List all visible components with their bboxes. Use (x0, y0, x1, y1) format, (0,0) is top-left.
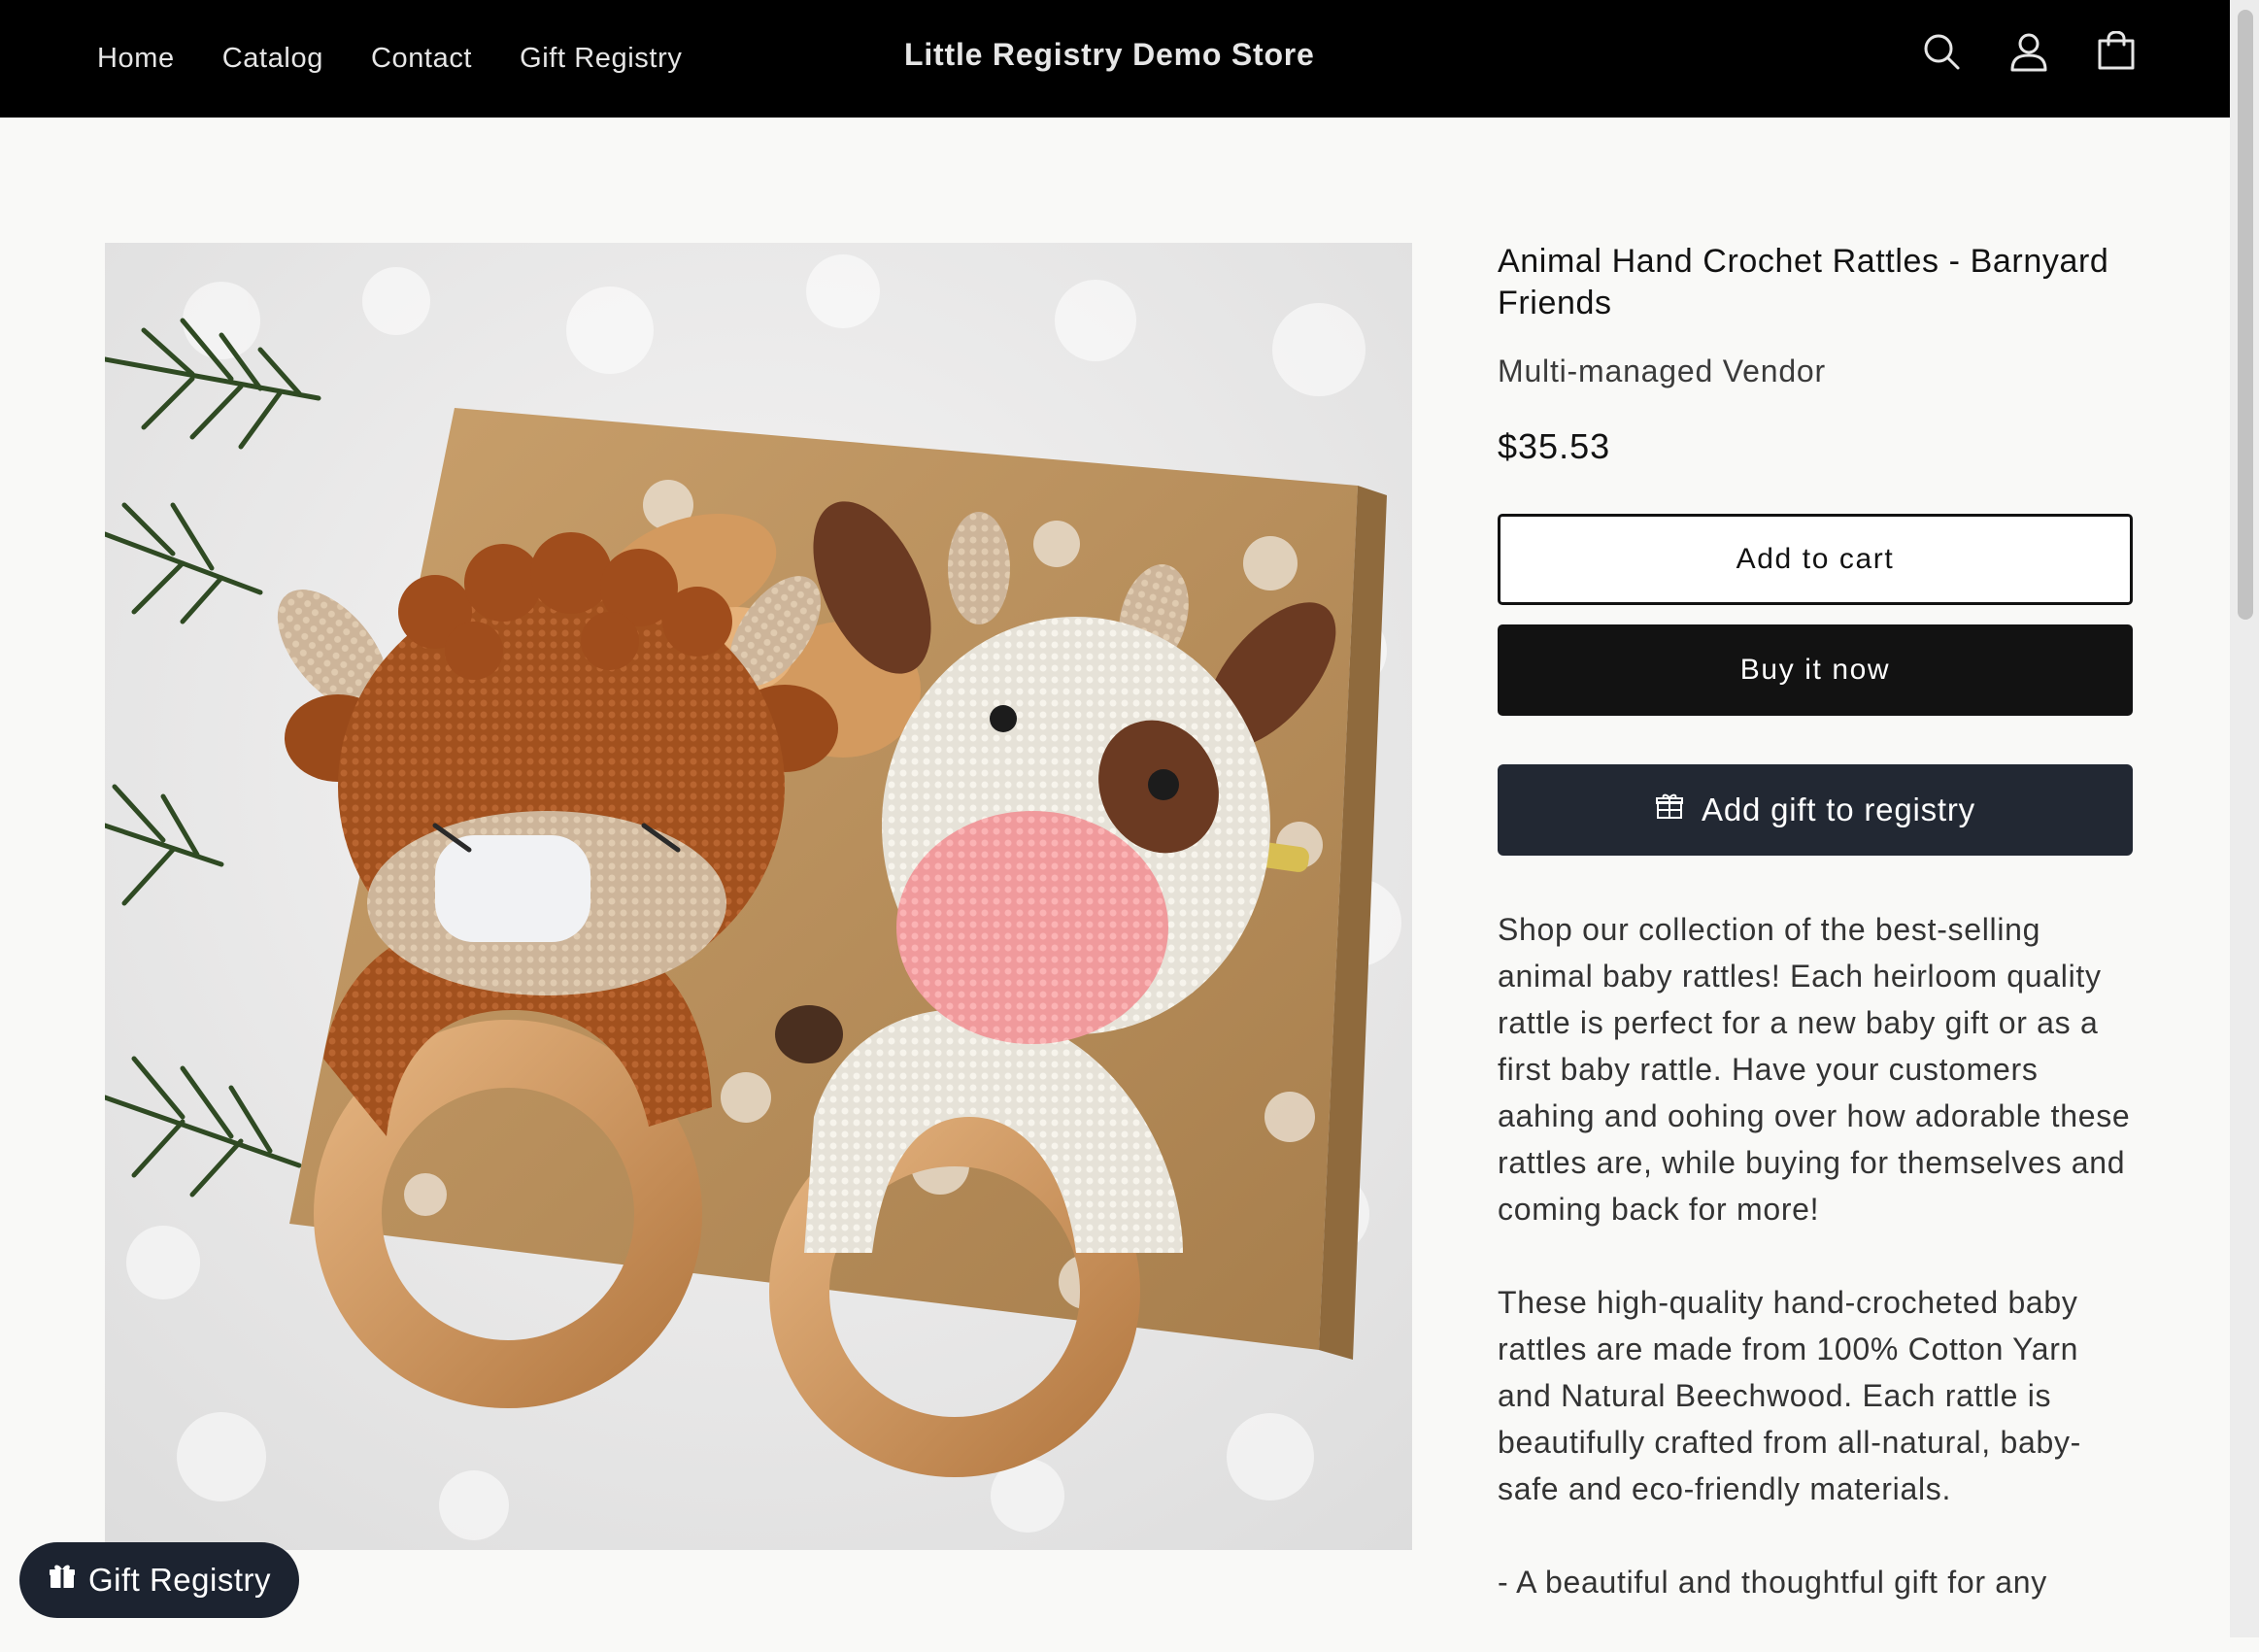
product-vendor: Multi-managed Vendor (1498, 354, 1826, 388)
add-gift-to-registry-button[interactable]: Add gift to registry (1498, 764, 2133, 856)
registry-button-label: Add gift to registry (1702, 792, 1975, 827)
description-paragraph: - A beautiful and thoughtful gift for an… (1498, 1565, 2047, 1600)
nav-home[interactable]: Home (97, 43, 175, 75)
description-paragraph: Shop our collection of the best-selling … (1498, 912, 2131, 1227)
product-photo (105, 243, 1412, 1550)
product-image[interactable] (105, 243, 1412, 1550)
product-title: Animal Hand Crochet Rattles - Barnyard F… (1498, 243, 2109, 321)
site-header: Home Catalog Contact Gift Registry Littl… (0, 0, 2230, 118)
buy-it-now-button[interactable]: Buy it now (1498, 624, 2133, 716)
scrollbar-thumb[interactable] (2238, 10, 2253, 620)
gift-registry-label: Gift Registry (87, 1562, 272, 1598)
description-paragraph: These high-quality hand-crocheted baby r… (1498, 1285, 2082, 1506)
store-name[interactable]: Little Registry Demo Store (904, 37, 1315, 73)
nav-catalog[interactable]: Catalog (222, 43, 323, 75)
product-price: $35.53 (1498, 426, 1611, 466)
gift-icon (1655, 792, 1684, 828)
add-to-cart-button[interactable]: Add to cart (1498, 514, 2133, 605)
search-icon[interactable] (1921, 31, 1962, 72)
product-description: Shop our collection of the best-selling … (1498, 906, 2133, 1605)
gift-registry-floating-button[interactable]: Gift Registry (19, 1542, 299, 1618)
product-info: Animal Hand Crochet Rattles - Barnyard F… (1498, 241, 2133, 1652)
cart-icon[interactable] (2096, 30, 2137, 72)
header-icons (1921, 30, 2137, 72)
account-icon[interactable] (2008, 31, 2049, 72)
nav-contact[interactable]: Contact (371, 43, 472, 75)
nav-gift-registry[interactable]: Gift Registry (520, 43, 682, 75)
main-nav: Home Catalog Contact Gift Registry (97, 0, 682, 118)
gift-icon (48, 1562, 77, 1599)
